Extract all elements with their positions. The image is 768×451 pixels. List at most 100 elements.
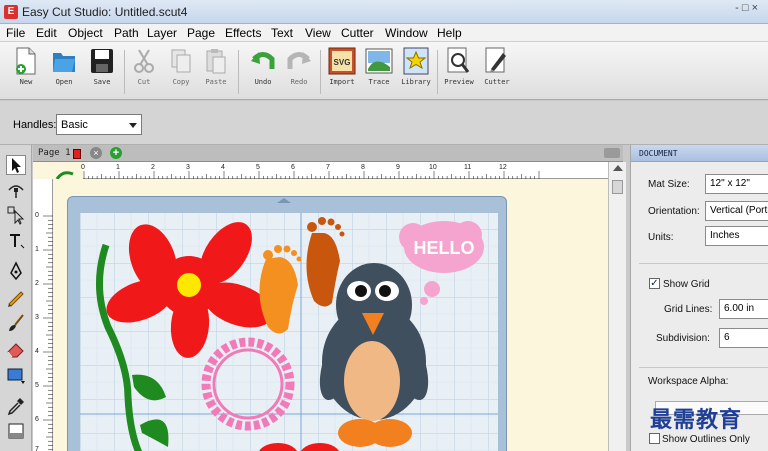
ruler-h-label: 0 <box>81 164 85 171</box>
menu-edit[interactable]: Edit <box>36 26 57 40</box>
menu-file[interactable]: File <box>6 26 25 40</box>
trace-image-icon <box>365 48 393 74</box>
node-edit-icon <box>8 185 24 198</box>
subdivision-value: 6 <box>724 332 730 343</box>
pen-tool[interactable] <box>6 261 26 281</box>
save-button[interactable]: Save <box>85 47 119 97</box>
mat-size-dropdown[interactable]: 12" x 12" <box>705 174 768 194</box>
new-button[interactable]: New <box>9 47 43 97</box>
toolbar-separator <box>238 50 239 94</box>
redo-button[interactable]: Redo <box>282 47 316 97</box>
menu-path[interactable]: Path <box>114 26 139 40</box>
save-label: Save <box>93 78 111 86</box>
cutter-label: Cutter <box>484 78 510 86</box>
eyedropper-tool[interactable] <box>6 396 26 416</box>
flower-shape[interactable] <box>96 213 278 451</box>
shape-tool[interactable] <box>6 365 26 385</box>
preview-label: Preview <box>444 78 474 86</box>
menu-layer[interactable]: Layer <box>147 26 177 40</box>
heart-shape-partial[interactable] <box>258 443 340 451</box>
workspace-alpha-label: Workspace Alpha: <box>648 376 729 387</box>
copy-button[interactable]: Copy <box>164 47 198 97</box>
page-tab-bar: Page 1 × + <box>33 145 623 162</box>
arrow-pointer-icon <box>12 158 21 173</box>
open-label: Open <box>55 78 73 86</box>
open-button[interactable]: Open <box>47 47 81 97</box>
select-tool[interactable] <box>6 155 26 175</box>
import-badge: SVG <box>334 58 351 67</box>
preview-button[interactable]: Preview <box>442 47 476 97</box>
orientation-label: Orientation: <box>648 206 700 217</box>
units-dropdown[interactable]: Inches <box>705 226 768 246</box>
page-color-swatch[interactable] <box>73 149 81 159</box>
menu-bar: File Edit Object Path Layer Page Effects… <box>0 24 768 42</box>
footprint-shape[interactable] <box>259 217 345 334</box>
pencil-icon <box>8 291 24 307</box>
text-tool[interactable] <box>6 231 26 251</box>
eyedropper-icon <box>7 398 24 416</box>
horizontal-ruler: 0 1 2 3 4 5 6 7 8 9 10 11 12 <box>81 162 608 179</box>
mat-size-label: Mat Size: <box>648 179 690 190</box>
cut-button[interactable]: Cut <box>127 47 161 97</box>
show-grid-checkbox[interactable]: ✓ <box>649 278 660 289</box>
menu-page[interactable]: Page <box>187 26 215 40</box>
redo-arrow-icon <box>287 52 311 69</box>
library-button[interactable]: Library <box>399 47 433 97</box>
canvas-scrollbar[interactable] <box>608 162 626 451</box>
ruler-h-label: 9 <box>396 164 400 171</box>
window-controls[interactable]: - □ × <box>735 2 758 14</box>
orientation-dropdown[interactable]: Vertical (Portrait) <box>705 201 768 221</box>
tool-palette <box>0 145 32 451</box>
new-label: New <box>19 78 33 86</box>
scroll-up-icon[interactable] <box>613 165 623 171</box>
menu-cutter[interactable]: Cutter <box>341 26 374 40</box>
close-page-icon[interactable]: × <box>90 147 102 159</box>
window-title: Easy Cut Studio: Untitled.scut4 <box>22 5 188 19</box>
vertical-ruler: 0 1 2 3 4 5 6 7 <box>33 179 53 451</box>
eraser-tool[interactable] <box>6 339 26 359</box>
trace-button[interactable]: Trace <box>362 47 396 97</box>
scroll-thumb[interactable] <box>612 180 623 194</box>
page-tab[interactable]: Page 1 <box>38 148 71 158</box>
title-bar: E Easy Cut Studio: Untitled.scut4 - □ × <box>0 0 768 24</box>
brush-tool[interactable] <box>6 313 26 333</box>
undo-button[interactable]: Undo <box>246 47 280 97</box>
wreath-shape[interactable] <box>201 337 295 431</box>
paste-button[interactable]: Paste <box>199 47 233 97</box>
panel-header: DOCUMENT <box>631 145 768 162</box>
tab-menu-icon[interactable] <box>604 148 620 158</box>
text-t-icon <box>10 234 25 249</box>
show-outlines-label: Show Outlines Only <box>662 434 750 445</box>
ruler-h-label: 1 <box>116 164 120 171</box>
subdivision-input[interactable]: 6 <box>719 328 768 348</box>
menu-view[interactable]: View <box>305 26 331 40</box>
node-edit-tool[interactable] <box>6 180 26 200</box>
panel-divider <box>639 367 768 368</box>
show-outlines-checkbox[interactable] <box>649 433 660 444</box>
menu-effects[interactable]: Effects <box>225 26 261 40</box>
rectangle-shape-icon <box>7 368 25 384</box>
menu-help[interactable]: Help <box>437 26 462 40</box>
speech-bubble-shape[interactable]: HELLO <box>399 221 484 305</box>
redo-label: Redo <box>290 78 308 86</box>
handles-dropdown[interactable]: Basic <box>56 114 142 135</box>
menu-window[interactable]: Window <box>385 26 428 40</box>
ruler-h-label: 4 <box>221 164 225 171</box>
cutter-button[interactable]: Cutter <box>480 47 514 97</box>
handles-value: Basic <box>61 119 88 131</box>
direct-select-tool[interactable] <box>6 205 26 225</box>
pencil-tool[interactable] <box>6 287 26 307</box>
units-value: Inches <box>710 230 740 241</box>
cutting-mat[interactable]: HELLO <box>67 196 507 451</box>
fill-tool[interactable] <box>6 421 26 441</box>
paste-icon <box>206 49 226 74</box>
new-document-icon <box>16 47 36 75</box>
design-canvas[interactable]: 0 1 2 3 4 5 6 7 8 9 10 11 12 0 1 2 3 4 5… <box>33 162 608 451</box>
add-page-icon[interactable]: + <box>110 147 122 159</box>
menu-object[interactable]: Object <box>68 26 103 40</box>
import-button[interactable]: SVG Import <box>325 47 359 97</box>
menu-text[interactable]: Text <box>271 26 293 40</box>
show-grid-label: Show Grid <box>663 279 710 290</box>
grid-lines-input[interactable]: 6.00 in <box>719 299 768 319</box>
grid-lines-label: Grid Lines: <box>664 304 713 315</box>
